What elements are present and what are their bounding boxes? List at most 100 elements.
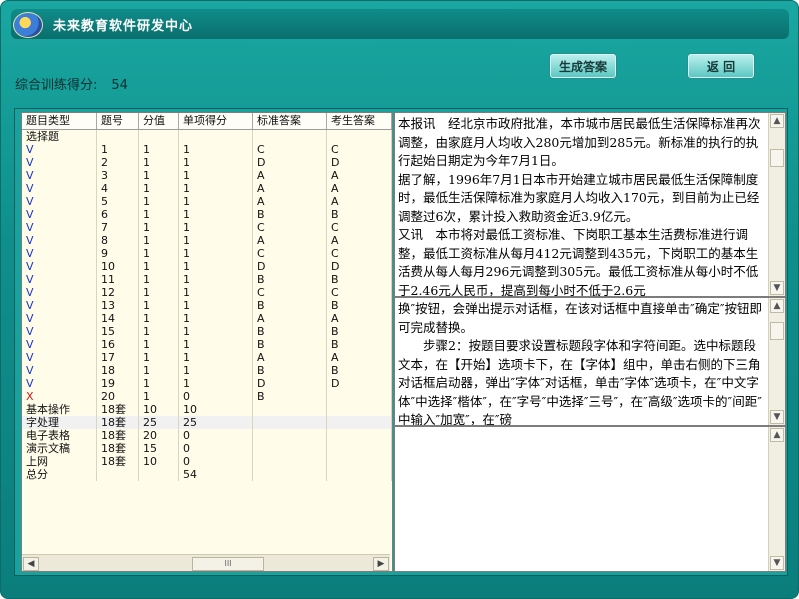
answer-scrollbar[interactable]: ▲ ▼: [768, 298, 785, 425]
table-row[interactable]: X 20 1 0 B: [22, 390, 392, 403]
scroll-thumb[interactable]: III: [192, 557, 264, 571]
table-cell: 1: [139, 351, 179, 364]
scroll-thumb[interactable]: [770, 149, 784, 167]
table-cell: B: [327, 273, 392, 286]
score-table[interactable]: 题目类型 题号 分值 单项得分 标准答案 考生答案 选择题 V111CCV211…: [21, 112, 393, 572]
table-cell: A: [253, 312, 327, 325]
table-cell: 电子表格: [22, 429, 97, 442]
header-points[interactable]: 分值: [139, 113, 179, 129]
table-cell: 4: [97, 182, 139, 195]
table-cell: 1: [97, 143, 139, 156]
table-cell: 1: [179, 182, 253, 195]
wrong-mark: X: [22, 390, 97, 403]
table-cell: 15: [139, 442, 179, 455]
table-row[interactable]: V 13 1 1 B B: [22, 299, 392, 312]
table-row[interactable]: V311AA: [22, 169, 392, 182]
question-text-area[interactable]: 本报讯 经北京市政府批准，本市城市居民最低生活保障标准再次调整，由家庭月人均收入…: [394, 112, 786, 297]
table-cell: 1: [179, 221, 253, 234]
correct-mark: V: [22, 364, 97, 377]
scroll-up-icon[interactable]: ▲: [770, 114, 784, 128]
table-row[interactable]: V 17 1 1 A A: [22, 351, 392, 364]
table-cell: 1: [139, 364, 179, 377]
table-cell: 字处理: [22, 416, 97, 429]
table-cell: A: [253, 234, 327, 247]
scroll-down-icon[interactable]: ▼: [770, 281, 784, 295]
table-row[interactable]: V711CC: [22, 221, 392, 234]
table-cell: C: [327, 247, 392, 260]
table-row[interactable]: V511AA: [22, 195, 392, 208]
header-number[interactable]: 题号: [97, 113, 139, 129]
table-row[interactable]: V611BB: [22, 208, 392, 221]
table-row[interactable]: V411AA: [22, 182, 392, 195]
table-cell: 6: [97, 208, 139, 221]
table-cell: 10: [139, 403, 179, 416]
table-row[interactable]: V111CC: [22, 143, 392, 156]
table-row[interactable]: V 12 1 1 C C: [22, 286, 392, 299]
table-cell: 演示文稿: [22, 442, 97, 455]
correct-mark: V: [22, 338, 97, 351]
main-window: 未来教育软件研发中心 综合训练得分: 54 生成答案 返 回 题目类型 题号 分值…: [0, 0, 799, 599]
correct-mark: V: [22, 273, 97, 286]
table-cell: 25: [139, 416, 179, 429]
table-cell: [253, 429, 327, 442]
table-cell: A: [327, 169, 392, 182]
header-standard-answer[interactable]: 标准答案: [253, 113, 327, 129]
scroll-down-icon[interactable]: ▼: [770, 556, 784, 570]
table-section-row[interactable]: 选择题: [22, 130, 392, 143]
table-row[interactable]: V 10 1 1 D D: [22, 260, 392, 273]
table-row[interactable]: 基本操作 18套 10 10: [22, 403, 392, 416]
table-cell: 1: [179, 338, 253, 351]
table-row[interactable]: 电子表格 18套 20 0: [22, 429, 392, 442]
table-cell: [253, 468, 327, 481]
table-cell: 1: [139, 312, 179, 325]
table-cell: [327, 416, 392, 429]
table-cell: 1: [179, 195, 253, 208]
question-scrollbar[interactable]: ▲ ▼: [768, 113, 785, 296]
table-cell: 54: [179, 468, 253, 481]
table-row[interactable]: V 11 1 1 B B: [22, 273, 392, 286]
table-cell: 20: [97, 390, 139, 403]
header-student-answer[interactable]: 考生答案: [327, 113, 392, 129]
table-cell: C: [327, 143, 392, 156]
table-cell: 1: [179, 299, 253, 312]
horizontal-scrollbar[interactable]: ◀ III ▶: [22, 554, 390, 571]
scroll-thumb[interactable]: [770, 322, 784, 340]
table-cell: 1: [139, 325, 179, 338]
answer-text-area[interactable]: 换″按钮，会弹出提示对话框，在该对话框中直接单击″确定″按钮即可完成替换。 步骤…: [394, 297, 786, 426]
table-row[interactable]: 上网 18套 10 0: [22, 455, 392, 468]
generate-answer-button[interactable]: 生成答案: [549, 53, 617, 79]
scroll-down-icon[interactable]: ▼: [770, 410, 784, 424]
scroll-left-icon[interactable]: ◀: [23, 557, 39, 571]
table-row[interactable]: 演示文稿 18套 15 0: [22, 442, 392, 455]
table-row[interactable]: V 15 1 1 B B: [22, 325, 392, 338]
table-cell: A: [253, 195, 327, 208]
header-type[interactable]: 题目类型: [22, 113, 97, 129]
table-row[interactable]: 字处理 18套 25 25: [22, 416, 392, 429]
table-cell: B: [253, 338, 327, 351]
table-cell: 18套: [97, 403, 139, 416]
table-row[interactable]: 总分 54: [22, 468, 392, 481]
back-button[interactable]: 返 回: [687, 53, 755, 79]
table-cell: [327, 429, 392, 442]
table-row[interactable]: V 19 1 1 D D: [22, 377, 392, 390]
table-row[interactable]: V 14 1 1 A A: [22, 312, 392, 325]
table-row[interactable]: V811AA: [22, 234, 392, 247]
blank-text-area[interactable]: ▲ ▼: [394, 426, 786, 572]
table-cell: 3: [97, 169, 139, 182]
table-cell: 16: [97, 338, 139, 351]
scroll-up-icon[interactable]: ▲: [770, 428, 784, 442]
scroll-up-icon[interactable]: ▲: [770, 299, 784, 313]
table-cell: D: [253, 156, 327, 169]
header-item-score[interactable]: 单项得分: [179, 113, 253, 129]
table-row[interactable]: V 16 1 1 B B: [22, 338, 392, 351]
table-row[interactable]: V211DD: [22, 156, 392, 169]
table-cell: 总分: [22, 468, 97, 481]
table-cell: 1: [139, 208, 179, 221]
scroll-right-icon[interactable]: ▶: [373, 557, 389, 571]
table-cell: 1: [179, 273, 253, 286]
blank-scrollbar[interactable]: ▲ ▼: [768, 427, 785, 571]
table-row[interactable]: V 18 1 1 B B: [22, 364, 392, 377]
window-title: 未来教育软件研发中心: [53, 19, 194, 34]
table-row[interactable]: V911CC: [22, 247, 392, 260]
table-cell: 1: [139, 377, 179, 390]
